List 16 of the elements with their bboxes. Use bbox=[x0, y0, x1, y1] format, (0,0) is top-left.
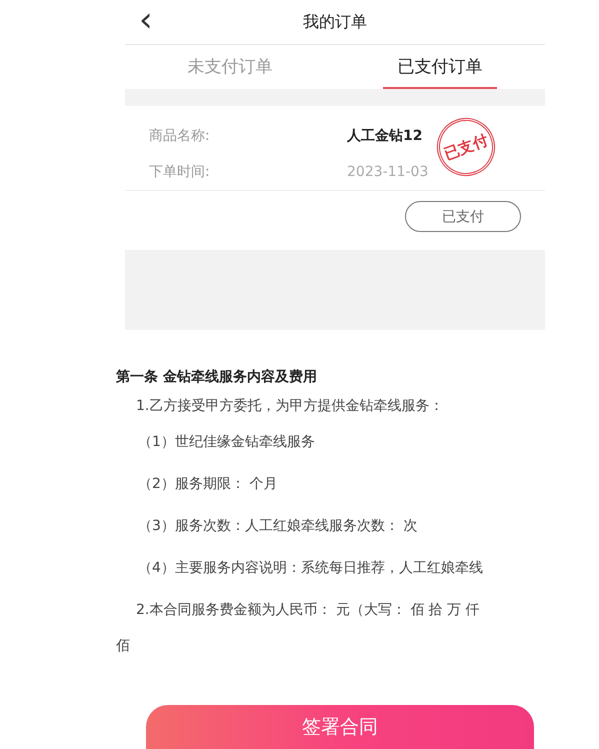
contract-text: 2.本合同服务费金额为人民币： 元（大写： 佰 拾 万 仟 bbox=[135, 601, 481, 620]
status-button[interactable]: 已支付 bbox=[405, 201, 521, 232]
section-heading: 第一条 金钻牵线服务内容及费用 bbox=[116, 368, 318, 386]
field-label: 下单时间: bbox=[149, 163, 211, 181]
back-icon[interactable]: ‹ bbox=[139, 2, 153, 38]
page-title: 我的订单 bbox=[303, 12, 367, 32]
contract-text: （1）世纪佳缘金钻牵线服务 bbox=[137, 433, 316, 452]
contract-text: （4）主要服务内容说明：系统每日推荐，人工红娘牵线 bbox=[137, 559, 484, 578]
contract-text: 佰 bbox=[116, 637, 131, 656]
contract-text: （3）服务次数：人工红娘牵线服务次数： 次 bbox=[137, 517, 418, 536]
contract-text: 1.乙方接受甲方委托，为甲方提供金钻牵线服务： bbox=[135, 397, 444, 416]
field-value: 2023-11-03 bbox=[347, 164, 428, 180]
sign-contract-button[interactable]: 签署合同 bbox=[146, 705, 534, 749]
contract-text: （2）服务期限： 个月 bbox=[137, 475, 278, 494]
field-label: 商品名称: bbox=[149, 127, 211, 145]
field-value: 人工金钻12 bbox=[347, 127, 422, 145]
